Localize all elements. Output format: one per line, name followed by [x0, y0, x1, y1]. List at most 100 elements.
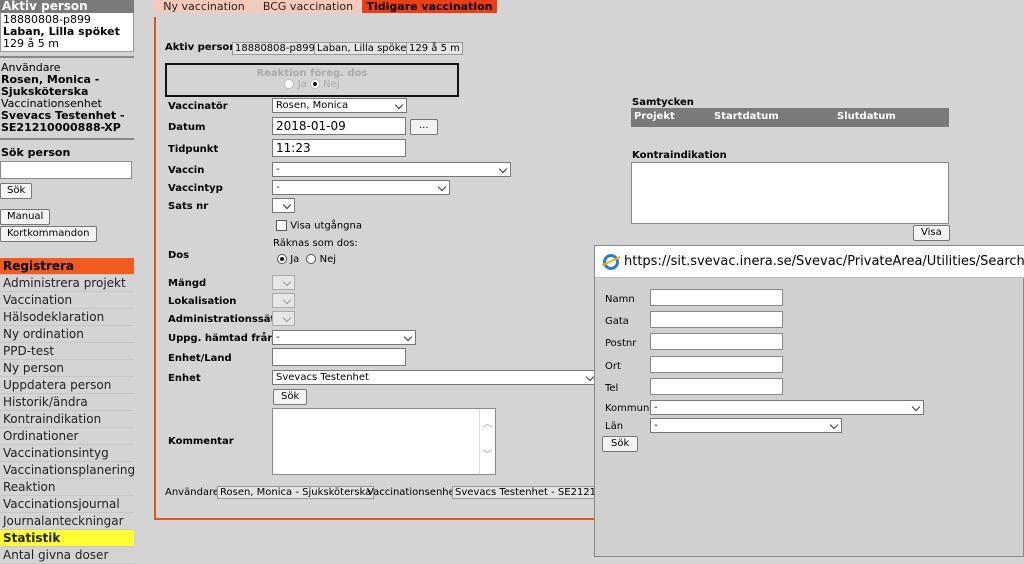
popup-kommun-value: - — [654, 402, 658, 413]
consent-col-project: Projekt — [634, 111, 675, 122]
menu-item-journalanteckningar[interactable]: Journalanteckningar — [0, 513, 134, 530]
vaccine-select[interactable]: - — [272, 162, 511, 177]
popup-lan-select[interactable]: - — [650, 418, 842, 433]
comment-scrollbar[interactable]: ︿ ﹀ — [479, 409, 495, 474]
vaccine-type-select[interactable]: - — [272, 180, 450, 195]
tab-tidigare-vaccination[interactable]: Tidigare vaccination — [362, 0, 497, 13]
tab-bcg-vaccination[interactable]: BCG vaccination — [256, 0, 360, 13]
vaccine-label: Vaccin — [168, 165, 205, 176]
scroll-up-icon[interactable]: ︿ — [480, 415, 495, 430]
menu-item-registrera[interactable]: Registrera — [0, 258, 134, 275]
active-person-id-chip: 18880808-p899 — [232, 42, 318, 55]
amount-label: Mängd — [168, 278, 207, 289]
time-input[interactable]: 11:23 — [272, 139, 406, 157]
dose-no-label: Nej — [319, 254, 337, 265]
active-person-age: 129 å 5 m — [3, 37, 59, 50]
popup-postcode-input[interactable] — [650, 333, 783, 350]
menu-item-ppd-test[interactable]: PPD-test — [0, 343, 134, 360]
menu-item-historik[interactable]: Historik/ändra — [0, 394, 134, 411]
contra-show-button[interactable]: Visa — [913, 225, 950, 241]
popup-lan-label: Län — [605, 421, 624, 432]
vaccine-type-value: - — [276, 182, 280, 193]
location-label: Lokalisation — [168, 296, 237, 307]
search-person-input[interactable] — [0, 161, 132, 179]
tab-ny-vaccination[interactable]: Ny vaccination — [154, 0, 254, 13]
popup-kommun-label: Kommun — [605, 403, 650, 414]
consent-col-start: Startdatum — [714, 111, 779, 122]
popup-search-button[interactable]: Sök — [602, 436, 639, 452]
reaction-no-radio[interactable] — [309, 79, 320, 89]
unit-value: Svevacs Testenhet — [276, 372, 369, 383]
reaction-yes-radio[interactable] — [284, 79, 295, 89]
popup-city-input[interactable] — [650, 356, 783, 373]
menu-item-vaccination[interactable]: Vaccination — [0, 292, 134, 309]
popup-city-label: Ort — [605, 361, 621, 372]
popup-postcode-label: Postnr — [605, 338, 637, 349]
date-input[interactable]: 2018-01-09 — [272, 117, 406, 135]
menu-item-ny-person[interactable]: Ny person — [0, 360, 134, 377]
contra-textarea[interactable] — [631, 162, 949, 224]
popup-address-bar: https://sit.svevac.inera.se/Svevac/Priva… — [595, 246, 1024, 278]
unit-country-input[interactable] — [272, 348, 406, 366]
popup-kommun-select[interactable]: - — [650, 400, 924, 415]
menu-item-kontraindikation[interactable]: Kontraindikation — [0, 411, 134, 428]
dose-yes-radio[interactable] — [277, 254, 287, 264]
popup-phone-label: Tel — [605, 383, 619, 394]
comment-textarea[interactable]: ︿ ﹀ — [272, 408, 496, 475]
menu-item-reaktion[interactable]: Reaktion — [0, 479, 134, 496]
admin-method-select[interactable] — [272, 311, 295, 326]
manual-button[interactable]: Manual — [0, 209, 51, 225]
vaccinator-label: Vaccinatör — [168, 101, 228, 112]
dose-no-radio[interactable] — [306, 254, 317, 264]
popup-name-label: Namn — [605, 294, 635, 305]
fetched-from-select[interactable]: - — [272, 330, 416, 345]
popup-name-input[interactable] — [650, 289, 783, 306]
active-person-header: Aktiv person — [0, 0, 134, 13]
vaccine-type-label: Vaccintyp — [168, 183, 223, 194]
comment-label: Kommentar — [168, 436, 234, 447]
menu-item-antal-givna-doser[interactable]: Antal givna doser — [0, 547, 134, 564]
footer-unit-label: Vaccinationsenhet — [367, 487, 459, 498]
batch-select[interactable] — [272, 198, 295, 213]
reaction-box: Reaktion föreg. dos Ja Nej — [165, 63, 459, 97]
dose-label: Dos — [168, 250, 190, 261]
main-menu: Registrera Administrera projekt Vaccinat… — [0, 258, 135, 564]
vaccinator-select[interactable]: Rosen, Monica — [272, 98, 407, 113]
consent-table-header: Projekt Startdatum Slutdatum — [631, 108, 949, 127]
user-info: Användare Rosen, Monica - Sjuksköterska … — [0, 62, 136, 134]
menu-item-vaccinationsplanering[interactable]: Vaccinationsplanering — [0, 462, 135, 479]
footer-user-value: Rosen, Monica - Sjuksköterska — [217, 486, 375, 499]
reaction-no-label: Nej — [323, 79, 340, 90]
popup-phone-input[interactable] — [650, 378, 783, 395]
menu-item-vaccinationsjournal[interactable]: Vaccinationsjournal — [0, 496, 134, 513]
search-person-button[interactable]: Sök — [0, 183, 33, 199]
amount-select[interactable] — [272, 275, 295, 290]
popup-street-label: Gata — [605, 316, 629, 327]
popup-street-input[interactable] — [650, 311, 783, 328]
unit-label: Enhet — [168, 373, 201, 384]
unit-search-button[interactable]: Sök — [273, 389, 308, 405]
menu-item-uppdatera-person[interactable]: Uppdatera person — [0, 377, 134, 394]
menu-item-ny-ordination[interactable]: Ny ordination — [0, 326, 134, 343]
menu-item-statistik[interactable]: Statistik — [0, 530, 134, 547]
active-person-name-chip: Laban, Lilla spöket — [314, 42, 414, 55]
vaccine-value: - — [276, 164, 280, 175]
counted-as-dose-label: Räknas som dos: — [273, 238, 358, 249]
date-label: Datum — [168, 122, 206, 133]
menu-item-vaccinationsintyg[interactable]: Vaccinationsintyg — [0, 445, 134, 462]
divider — [0, 56, 134, 58]
popup-url: https://sit.svevac.inera.se/Svevac/Priva… — [624, 254, 1024, 269]
menu-item-ordinationer[interactable]: Ordinationer — [0, 428, 134, 445]
dose-yes-label: Ja — [290, 254, 300, 265]
popup-lan-value: - — [654, 420, 658, 431]
location-select[interactable] — [272, 293, 295, 308]
date-picker-button[interactable]: ... — [410, 119, 438, 135]
show-expired-checkbox[interactable] — [276, 220, 287, 231]
sidebar: Aktiv person 18880808-p899 Laban, Lilla … — [0, 0, 136, 564]
shortcuts-button[interactable]: Kortkommandon — [0, 226, 97, 242]
menu-item-halsodeklaration[interactable]: Hälsodeklaration — [0, 309, 134, 326]
unit-select[interactable]: Svevacs Testenhet — [272, 370, 598, 385]
scroll-down-icon[interactable]: ﹀ — [480, 446, 495, 461]
unit-country-label: Enhet/Land — [168, 353, 232, 364]
menu-item-administrera-projekt[interactable]: Administrera projekt — [0, 275, 134, 292]
